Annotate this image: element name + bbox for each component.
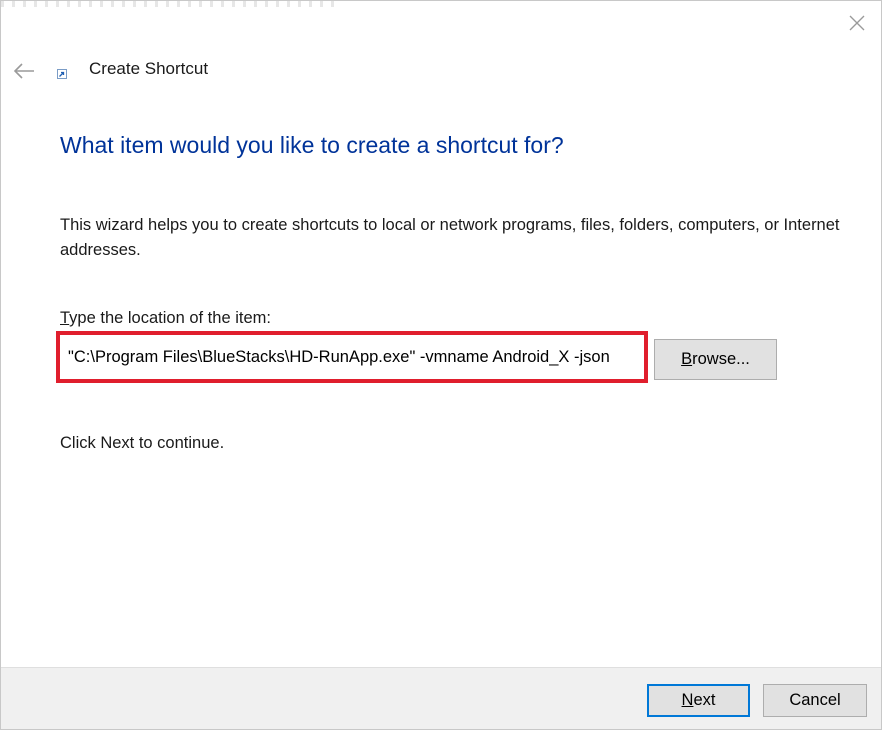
wizard-description: This wizard helps you to create shortcut…	[60, 216, 840, 259]
location-label-text: ype the location of the item:	[69, 309, 271, 327]
browse-label: rowse...	[692, 350, 750, 368]
location-input[interactable]	[68, 341, 638, 373]
browse-button[interactable]: Browse...	[654, 339, 777, 380]
back-button[interactable]	[9, 57, 39, 85]
next-button[interactable]: Next	[647, 684, 750, 717]
page-heading: What item would you like to create a sho…	[60, 132, 564, 158]
next-accelerator: N	[681, 691, 694, 709]
highlight-annotation-box	[56, 331, 648, 383]
shortcut-icon	[57, 69, 67, 79]
close-button[interactable]	[837, 7, 877, 39]
cancel-button[interactable]: Cancel	[763, 684, 867, 717]
create-shortcut-window: Create Shortcut What item would you like…	[0, 0, 882, 730]
background-window-edge	[1, 1, 341, 7]
back-arrow-icon	[13, 63, 34, 79]
location-label: Type the location of the item:	[60, 309, 271, 328]
browse-accelerator: B	[681, 350, 693, 368]
window-title: Create Shortcut	[89, 59, 209, 78]
continue-instruction: Click Next to continue.	[60, 434, 225, 452]
close-icon	[849, 15, 865, 31]
footer-bar: Next Cancel	[1, 667, 881, 729]
next-label: ext	[693, 691, 716, 709]
location-label-accelerator: T	[60, 309, 70, 327]
